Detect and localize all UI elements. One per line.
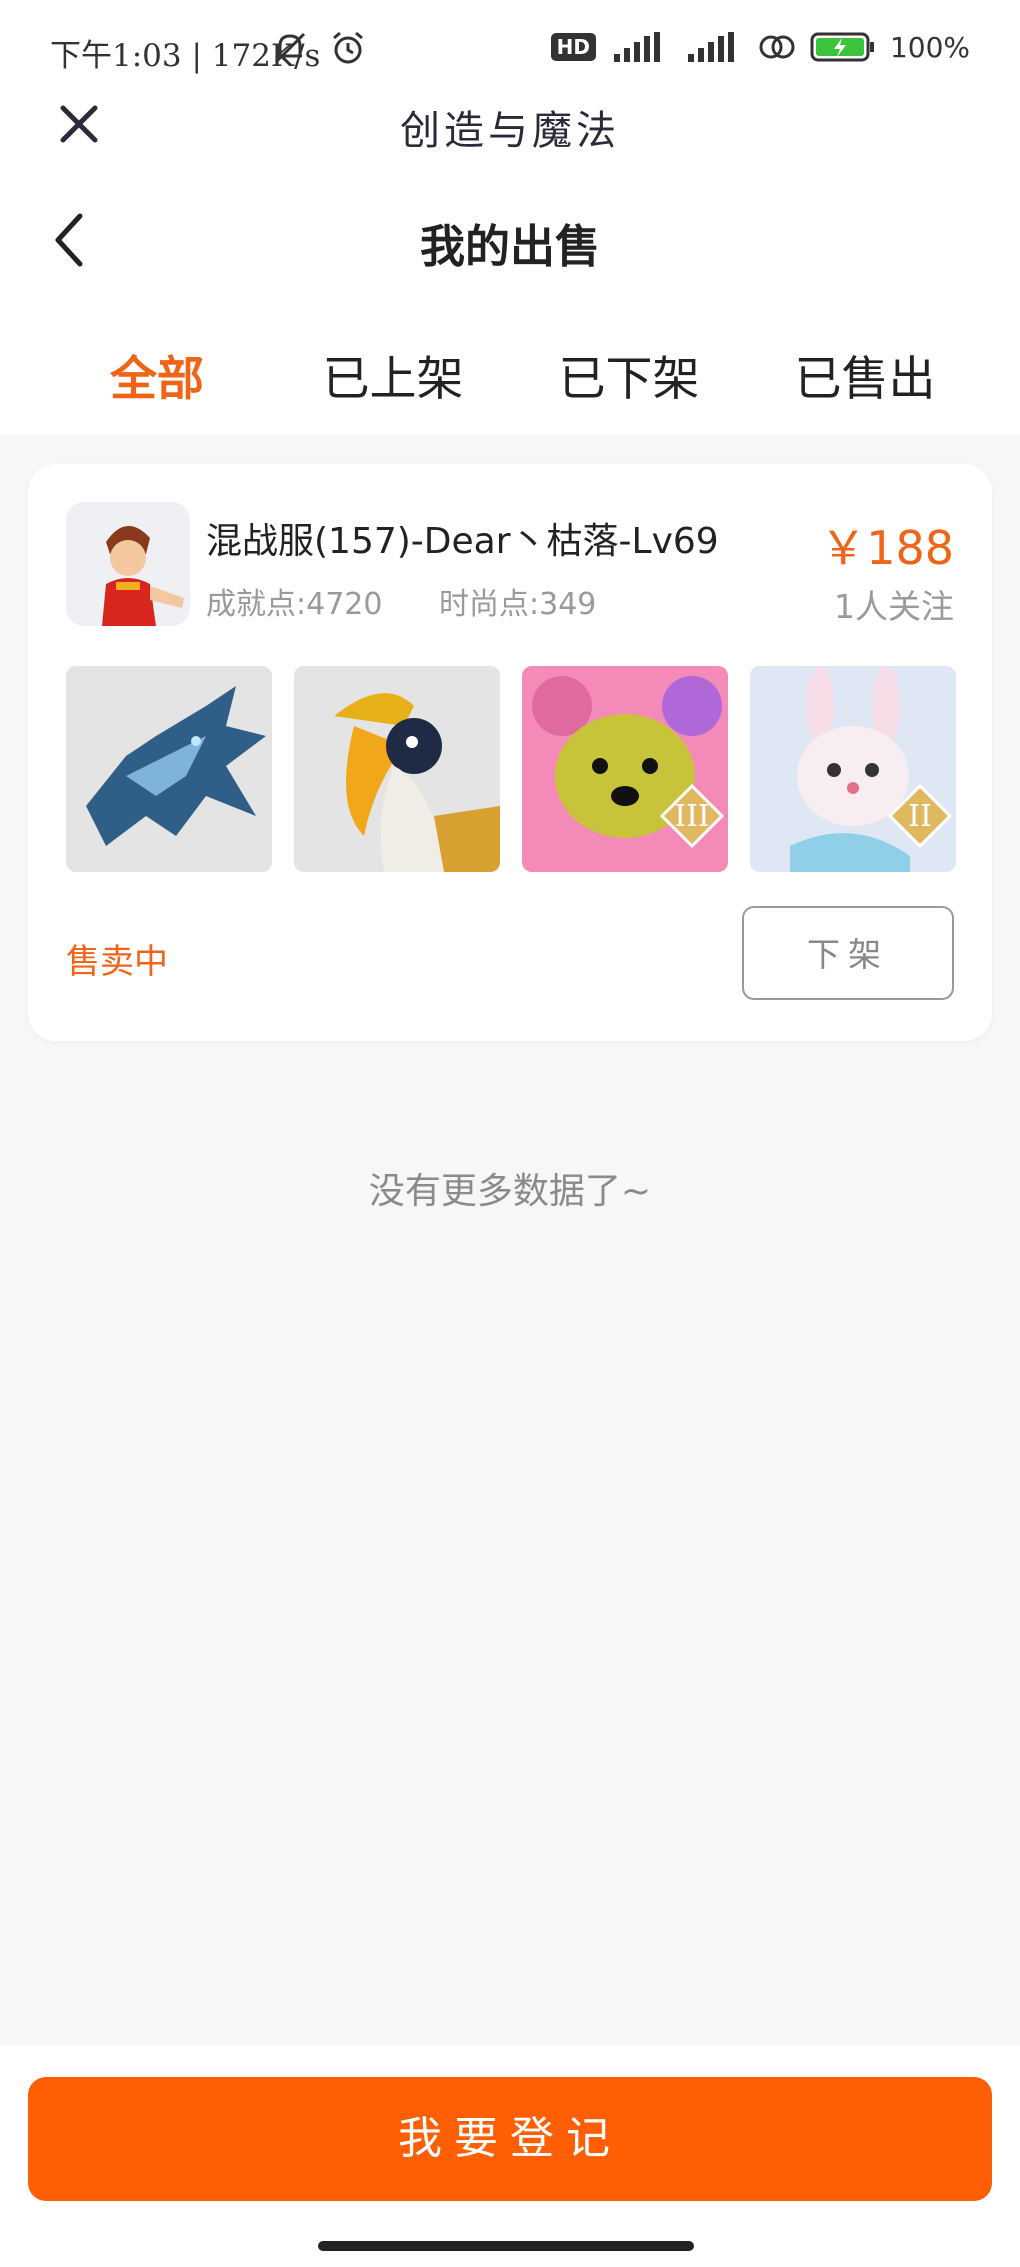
status-icons bbox=[270, 28, 368, 68]
tab-sold[interactable]: 已售出 bbox=[765, 340, 965, 409]
hornbill-bird-icon bbox=[294, 666, 500, 872]
followers-count: 1人关注 bbox=[834, 587, 954, 626]
tab-delisted[interactable]: 已下架 bbox=[529, 340, 729, 409]
rank-badge: III bbox=[674, 799, 710, 834]
battery-percent: 100% bbox=[889, 30, 970, 64]
pet-thumbnail[interactable]: II bbox=[750, 666, 956, 872]
listing-price: ￥188 bbox=[820, 521, 954, 575]
battery-charging-icon bbox=[810, 32, 874, 62]
sale-status: 售卖中 bbox=[66, 942, 168, 982]
white-rabbit-icon: II bbox=[750, 666, 956, 872]
link-icon bbox=[759, 35, 795, 59]
listing-title: 混战服(157)-Dear丶枯落-Lv69 bbox=[206, 521, 719, 562]
fashion-points: 时尚点:349 bbox=[439, 587, 597, 622]
status-right: HD 100% bbox=[550, 30, 970, 64]
pet-thumbnail[interactable] bbox=[294, 666, 500, 872]
status-bar: 下午1:03 | 172K/s HD 100% bbox=[0, 0, 1020, 100]
listing-card[interactable]: 混战服(157)-Dear丶枯落-Lv69 成就点:4720 时尚点:349 ￥… bbox=[28, 464, 992, 1041]
blue-dragon-icon bbox=[66, 666, 272, 872]
app-title: 创造与魔法 bbox=[400, 108, 620, 154]
pet-thumbnail[interactable] bbox=[66, 666, 272, 872]
character-avatar-icon bbox=[66, 502, 190, 626]
signal-5g-secondary-icon bbox=[687, 32, 734, 62]
pet-thumbnails: III II bbox=[66, 666, 956, 872]
character-avatar bbox=[66, 502, 190, 626]
no-more-data: 没有更多数据了~ bbox=[368, 1171, 652, 1212]
home-indicator[interactable] bbox=[318, 2241, 694, 2251]
bell-off-icon bbox=[274, 32, 306, 64]
achievement-points: 成就点:4720 bbox=[206, 587, 383, 622]
register-button[interactable]: 我要登记 bbox=[28, 2077, 992, 2201]
rank-badge: II bbox=[908, 799, 932, 834]
alarm-icon bbox=[333, 31, 363, 64]
page-title: 我的出售 bbox=[419, 220, 600, 273]
signal-5g-icon bbox=[613, 32, 660, 62]
tab-listed[interactable]: 已上架 bbox=[293, 340, 493, 409]
pink-bear-icon: III bbox=[522, 666, 728, 872]
tab-bar: 全部 已上架 已下架 已售出 bbox=[0, 340, 1020, 410]
pet-thumbnail[interactable]: III bbox=[522, 666, 728, 872]
delist-button[interactable]: 下架 bbox=[742, 906, 954, 1000]
tab-all[interactable]: 全部 bbox=[57, 340, 257, 409]
hd-badge: HD bbox=[550, 33, 596, 61]
